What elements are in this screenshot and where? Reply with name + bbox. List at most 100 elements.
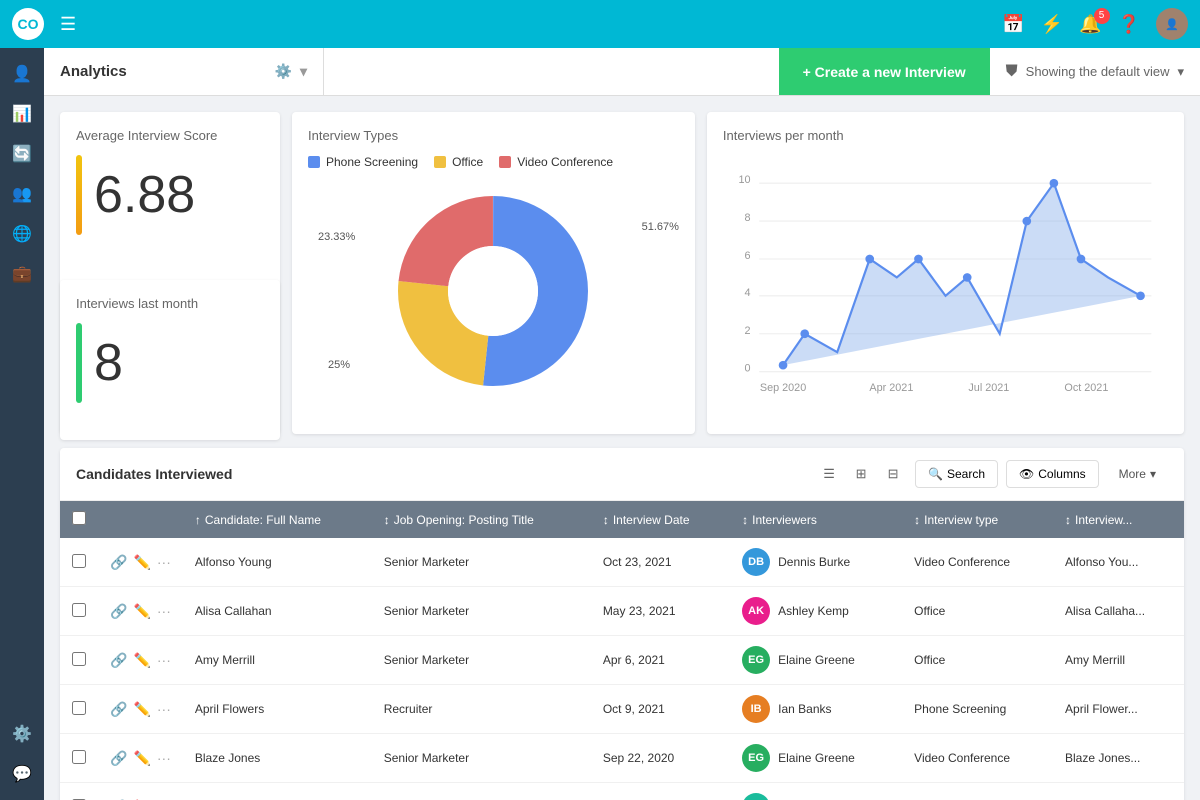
row-interview-date: May 23, 2021 — [591, 587, 730, 636]
row-link-icon[interactable]: 🔗 — [110, 603, 127, 620]
row-more-icon[interactable]: ··· — [157, 701, 171, 718]
row-interviewer2: Amy Merrill — [1053, 636, 1184, 685]
row-checkbox[interactable] — [72, 554, 86, 568]
svg-text:Jul 2021: Jul 2021 — [968, 382, 1009, 394]
th-interview-date[interactable]: ↕ Interview Date — [591, 501, 730, 538]
interviewer-avatar: IB — [742, 695, 770, 723]
sidebar-item-analytics[interactable]: 📊 — [4, 96, 40, 132]
calendar-icon[interactable]: 📅 — [1002, 14, 1024, 35]
legend-video-conference: Video Conference — [499, 155, 613, 169]
sidebar-item-settings[interactable]: ⚙️ — [4, 716, 40, 752]
row-checkbox[interactable] — [72, 652, 86, 666]
row-link-icon[interactable]: 🔗 — [110, 750, 127, 767]
th-candidate-name[interactable]: ↑ Candidate: Full Name — [183, 501, 372, 538]
table-row: 🔗 ✏️ ··· Blaze Jones Senior Marketer Sep… — [60, 734, 1184, 783]
settings-icon[interactable]: ⚙️ — [275, 63, 292, 80]
create-btn-label: + Create a new Interview — [803, 64, 966, 80]
table-row: 🔗 ✏️ ··· April Flowers Recruiter Oct 9, … — [60, 685, 1184, 734]
chart-dot — [1077, 255, 1086, 264]
row-interviewer2: April Flower... — [1053, 685, 1184, 734]
row-edit-icon[interactable]: ✏️ — [133, 652, 150, 669]
sidebar-item-people[interactable]: 👤 — [4, 56, 40, 92]
row-edit-icon[interactable]: ✏️ — [133, 701, 150, 718]
score-value-container: 6.88 — [76, 155, 264, 235]
content-area: Analytics ⚙️ ▾ + Create a new Interview … — [44, 48, 1200, 800]
interviewer-name: Dennis Burke — [778, 555, 850, 569]
row-job-title: Senior Marketer — [372, 587, 591, 636]
hamburger-menu[interactable]: ☰ — [60, 14, 76, 35]
table-title: Candidates Interviewed — [76, 466, 807, 482]
main-layout: 👤 📊 🔄 👥 🌐 💼 ⚙️ 💬 Analytics ⚙️ ▾ + Create… — [0, 48, 1200, 800]
chart-area — [783, 183, 1141, 365]
notifications-icon[interactable]: 🔔 5 — [1079, 14, 1101, 35]
sidebar-item-globe[interactable]: 🌐 — [4, 216, 40, 252]
help-icon[interactable]: ❓ — [1118, 14, 1140, 35]
row-edit-icon[interactable]: ✏️ — [133, 750, 150, 767]
row-actions-cell: 🔗 ✏️ ··· — [98, 734, 183, 783]
svg-text:Sep 2020: Sep 2020 — [760, 382, 806, 394]
per-month-title: Interviews per month — [723, 128, 1168, 143]
interviewer-name: Ashley Kemp — [778, 604, 849, 618]
grid-view-icon[interactable]: ⊞ — [847, 460, 875, 488]
kanban-view-icon[interactable]: ⊟ — [879, 460, 907, 488]
chevron-down-icon[interactable]: ▾ — [300, 63, 307, 80]
average-score-title: Average Interview Score — [76, 128, 264, 143]
per-month-card: Interviews per month 0 2 4 6 8 10 — [707, 112, 1184, 434]
row-candidate-name: Brittney Drake — [183, 783, 372, 800]
columns-button[interactable]: 👁 Columns — [1006, 460, 1099, 488]
donut-chart — [383, 181, 603, 401]
filter-chevron-icon[interactable]: ▾ — [1177, 64, 1184, 80]
row-link-icon[interactable]: 🔗 — [110, 554, 127, 571]
row-checkbox-cell — [60, 685, 98, 734]
th-interviewers[interactable]: ↕ Interviewers — [730, 501, 902, 538]
dashboard: Average Interview Score 6.88 Interview T… — [44, 96, 1200, 800]
row-link-icon[interactable]: 🔗 — [110, 701, 127, 718]
select-all-checkbox[interactable] — [72, 511, 86, 525]
sidebar-item-chat[interactable]: 💬 — [4, 756, 40, 792]
sidebar-item-users[interactable]: 👥 — [4, 176, 40, 212]
row-checkbox[interactable] — [72, 603, 86, 617]
row-more-icon[interactable]: ··· — [157, 554, 171, 571]
create-interview-button[interactable]: + Create a new Interview — [779, 48, 990, 95]
user-avatar[interactable]: 👤 — [1156, 8, 1188, 40]
month-number: 8 — [94, 333, 123, 393]
sort-icon: ↕ — [914, 513, 920, 527]
row-edit-icon[interactable]: ✏️ — [133, 554, 150, 571]
table-header-row: ↑ Candidate: Full Name ↕ Job Opening: Po… — [60, 501, 1184, 538]
row-interview-date: Oct 9, 2021 — [591, 685, 730, 734]
row-checkbox[interactable] — [72, 750, 86, 764]
row-interviewer-cell: IB Ian Banks — [730, 685, 902, 734]
legend-label-video: Video Conference — [517, 155, 613, 169]
interviewer-avatar: AK — [742, 597, 770, 625]
table-body: 🔗 ✏️ ··· Alfonso Young Senior Marketer O… — [60, 538, 1184, 800]
th-interview-extra[interactable]: ↕ Interview... — [1053, 501, 1184, 538]
interviewer-name: Elaine Greene — [778, 751, 855, 765]
score-number: 6.88 — [94, 165, 195, 225]
row-interviewer2: Alisa Callaha... — [1053, 587, 1184, 636]
row-edit-icon[interactable]: ✏️ — [133, 603, 150, 620]
more-button[interactable]: More ▾ — [1107, 461, 1168, 487]
row-checkbox[interactable] — [72, 701, 86, 715]
th-job-title[interactable]: ↕ Job Opening: Posting Title — [372, 501, 591, 538]
row-more-icon[interactable]: ··· — [157, 603, 171, 620]
sidebar-item-refresh[interactable]: 🔄 — [4, 136, 40, 172]
sidebar-item-briefcase[interactable]: 💼 — [4, 256, 40, 292]
row-link-icon[interactable]: 🔗 — [110, 652, 127, 669]
filter-icon[interactable]: ⛊ — [1006, 63, 1018, 81]
row-actions-cell: 🔗 ✏️ ··· — [98, 636, 183, 685]
list-view-icon[interactable]: ☰ — [815, 460, 843, 488]
filter-section: ⛊ Showing the default view ▾ — [990, 63, 1200, 81]
lightning-icon[interactable]: ⚡ — [1041, 14, 1063, 35]
row-candidate-name: Amy Merrill — [183, 636, 372, 685]
row-job-title: Recruiter — [372, 685, 591, 734]
search-button[interactable]: 🔍 Search — [915, 460, 998, 488]
line-chart: 0 2 4 6 8 10 Sep 2020 — [723, 155, 1168, 415]
row-more-icon[interactable]: ··· — [157, 750, 171, 767]
th-interview-type[interactable]: ↕ Interview type — [902, 501, 1053, 538]
row-candidate-name: Alfonso Young — [183, 538, 372, 587]
app-logo[interactable]: CO — [12, 8, 44, 40]
row-more-icon[interactable]: ··· — [157, 652, 171, 669]
more-chevron-icon: ▾ — [1150, 467, 1156, 481]
svg-text:6: 6 — [744, 250, 750, 262]
candidates-table-section: Candidates Interviewed ☰ ⊞ ⊟ 🔍 Search � — [60, 448, 1184, 800]
